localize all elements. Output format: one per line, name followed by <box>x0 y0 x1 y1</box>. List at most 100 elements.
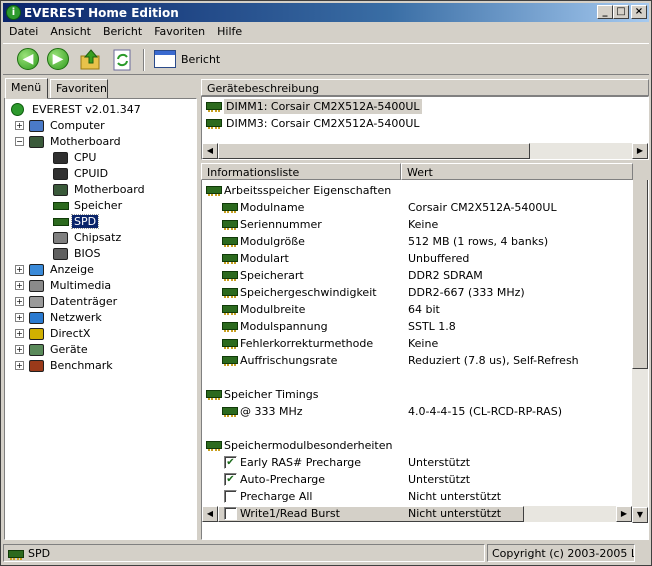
multimedia-icon <box>29 280 44 292</box>
unchecked-checkbox-icon <box>224 490 237 503</box>
vscroll-thumb[interactable] <box>632 180 648 369</box>
menu-favoriten[interactable]: Favoriten <box>148 23 211 42</box>
tree-item[interactable]: + Anzeige <box>5 262 195 278</box>
title-bar[interactable]: i EVEREST Home Edition _ □ × <box>3 3 649 22</box>
back-arrow-icon: ◀ <box>17 48 39 70</box>
tree-item[interactable]: + DirectX <box>5 326 195 342</box>
info-label: Speichermodulbesonderheiten <box>224 439 393 452</box>
close-button[interactable]: × <box>631 5 647 19</box>
info-row[interactable]: Modulbreite 64 bit <box>202 301 632 318</box>
menu-bericht[interactable]: Bericht <box>97 23 148 42</box>
info-row[interactable]: ✔ Early RAS# Precharge Unterstützt <box>202 454 632 471</box>
device-list-label: DIMM3: Corsair CM2X512A-5400UL <box>226 117 420 130</box>
memory-icon <box>53 218 69 226</box>
tab-favoriten[interactable]: Favoriten <box>50 79 108 99</box>
tree-item[interactable]: EVEREST v2.01.347 <box>5 102 195 118</box>
tree-item[interactable]: Motherboard <box>5 182 195 198</box>
maximize-button[interactable]: □ <box>613 5 629 19</box>
collapse-icon[interactable]: − <box>15 137 24 146</box>
info-list[interactable]: ▲ ▼ ◀ ▶ Arbeitsspeicher EigenschaftenMod… <box>201 180 649 540</box>
network-icon <box>29 312 44 324</box>
expand-icon[interactable]: + <box>15 265 24 274</box>
memory-icon <box>8 550 24 560</box>
expand-icon[interactable]: + <box>15 121 24 130</box>
tree-item[interactable]: CPUID <box>5 166 195 182</box>
info-row[interactable]: Speicherart DDR2 SDRAM <box>202 267 632 284</box>
info-vscrollbar[interactable]: ▲ ▼ <box>632 180 648 523</box>
tree-item-label: Speicher <box>74 199 123 212</box>
back-button[interactable]: ◀ <box>17 48 41 72</box>
menu-hilfe[interactable]: Hilfe <box>211 23 248 42</box>
device-list[interactable]: ◀ ▶ DIMM1: Corsair CM2X512A-5400UL DIMM3:… <box>201 96 649 160</box>
tree-item[interactable]: + Datenträger <box>5 294 195 310</box>
tree-item[interactable]: + Geräte <box>5 342 195 358</box>
expand-icon[interactable]: + <box>15 329 24 338</box>
tree-item[interactable]: − Motherboard <box>5 134 195 150</box>
menu-bar: Datei Ansicht Bericht Favoriten Hilfe <box>3 23 649 42</box>
menu-ansicht[interactable]: Ansicht <box>44 23 97 42</box>
info-label: Auffrischungsrate <box>240 354 338 367</box>
navigation-tree[interactable]: EVEREST v2.01.347 + Computer − Motherboard CP… <box>4 98 197 540</box>
chip-icon <box>53 168 68 180</box>
menu-datei[interactable]: Datei <box>3 23 44 42</box>
tree-item[interactable]: CPU <box>5 150 195 166</box>
info-row[interactable]: Write1/Read Burst Nicht unterstützt <box>202 505 632 522</box>
tree-item[interactable]: SPD <box>5 214 195 230</box>
minimize-button[interactable]: _ <box>597 5 613 19</box>
tree-item[interactable]: + Computer <box>5 118 195 134</box>
info-row[interactable]: Modulgröße 512 MB (1 rows, 4 banks) <box>202 233 632 250</box>
tree-item[interactable]: Speicher <box>5 198 195 214</box>
scroll-left-button[interactable]: ◀ <box>202 143 218 159</box>
toolbar: ◀ ▶ Bericht <box>3 43 649 75</box>
info-section[interactable]: Speicher Timings <box>202 386 632 403</box>
up-button[interactable] <box>79 48 103 72</box>
chip-icon <box>53 152 68 164</box>
refresh-button[interactable] <box>111 48 135 72</box>
info-section[interactable]: Arbeitsspeicher Eigenschaften <box>202 182 632 199</box>
info-row[interactable]: @ 333 MHz 4.0-4-4-15 (CL-RCD-RP-RAS) <box>202 403 632 420</box>
info-row[interactable]: Auffrischungsrate Reduziert (7.8 us), Sel… <box>202 352 632 369</box>
info-label: Write1/Read Burst <box>240 507 340 520</box>
scroll-thumb[interactable] <box>218 143 530 159</box>
info-row[interactable]: Fehlerkorrekturmethode Keine <box>202 335 632 352</box>
tree-item-label: BIOS <box>74 247 101 260</box>
expand-icon[interactable]: + <box>15 361 24 370</box>
column-header-info[interactable]: Informationsliste <box>201 163 401 180</box>
tree-item[interactable]: BIOS <box>5 246 195 262</box>
info-row[interactable]: Modulart Unbuffered <box>202 250 632 267</box>
tree-item[interactable]: + Netzwerk <box>5 310 195 326</box>
tree-item[interactable]: + Benchmark <box>5 358 195 374</box>
info-row[interactable]: Speichergeschwindigkeit DDR2-667 (333 MHz… <box>202 284 632 301</box>
status-bar: SPD Copyright (c) 2003-2005 Lava <box>3 543 649 563</box>
tree-item[interactable]: + Multimedia <box>5 278 195 294</box>
expand-icon[interactable]: + <box>15 345 24 354</box>
info-label: Auto-Precharge <box>240 473 326 486</box>
scroll-down-button[interactable]: ▼ <box>632 507 648 523</box>
info-row[interactable]: Precharge All Nicht unterstützt <box>202 488 632 505</box>
scroll-right-button[interactable]: ▶ <box>632 143 648 159</box>
tab-menu[interactable]: Menü <box>5 78 48 99</box>
refresh-icon <box>113 49 131 71</box>
info-row[interactable]: Modulname Corsair CM2X512A-5400UL <box>202 199 632 216</box>
memory-icon <box>206 119 222 129</box>
info-value: Unbuffered <box>408 252 470 265</box>
info-row[interactable]: Modulspannung SSTL 1.8 <box>202 318 632 335</box>
info-row[interactable]: Seriennummer Keine <box>202 216 632 233</box>
tree-item[interactable]: Chipsatz <box>5 230 195 246</box>
device-hscrollbar[interactable]: ◀ ▶ <box>202 143 648 159</box>
memory-icon <box>206 186 222 196</box>
device-list-label: DIMM1: Corsair CM2X512A-5400UL <box>224 99 422 114</box>
info-section[interactable]: Speichermodulbesonderheiten <box>202 437 632 454</box>
expand-icon[interactable]: + <box>15 297 24 306</box>
column-header-value[interactable]: Wert <box>401 163 633 180</box>
storage-icon <box>29 296 44 308</box>
info-row[interactable]: ✔ Auto-Precharge Unterstützt <box>202 471 632 488</box>
forward-button[interactable]: ▶ <box>47 48 71 72</box>
expand-icon[interactable]: + <box>15 313 24 322</box>
info-label: Speicher Timings <box>224 388 319 401</box>
info-label: Modulgröße <box>240 235 305 248</box>
computer-icon <box>29 120 44 132</box>
info-value: 512 MB (1 rows, 4 banks) <box>408 235 549 248</box>
device-header[interactable]: Gerätebeschreibung <box>201 79 649 96</box>
expand-icon[interactable]: + <box>15 281 24 290</box>
